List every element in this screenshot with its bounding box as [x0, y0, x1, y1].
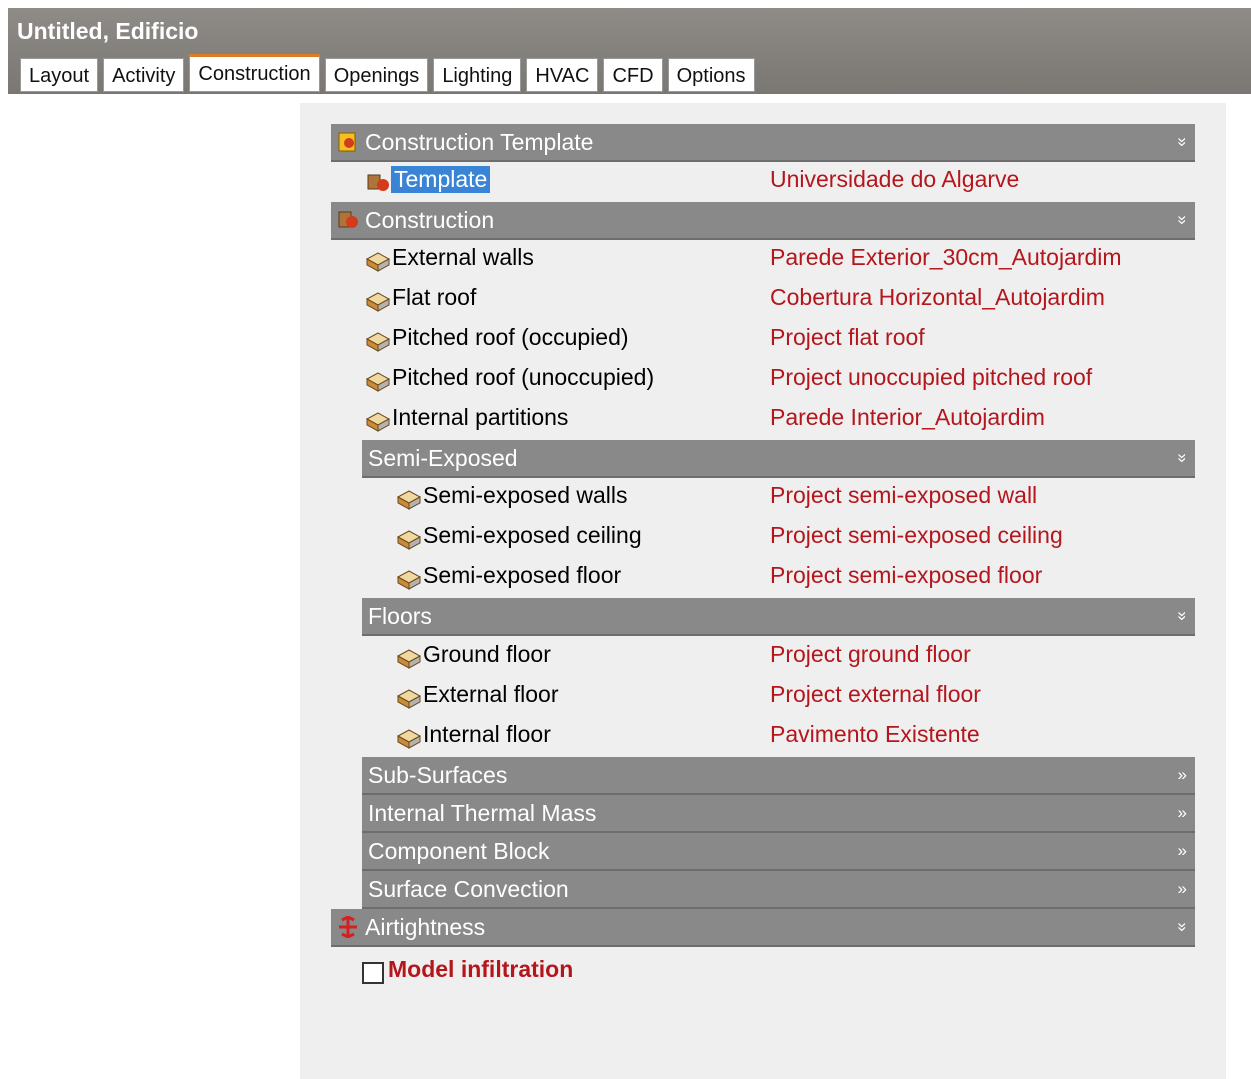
template-item-icon — [367, 174, 389, 191]
model-infiltration-checkbox[interactable] — [362, 962, 384, 984]
construction-cube-icon — [365, 372, 391, 392]
floor-item-external[interactable]: External floor Project external floor — [362, 677, 1195, 715]
construction-item-pitched-roof-occupied[interactable]: Pitched roof (occupied) Project flat roo… — [331, 320, 1195, 358]
chevron-down-icon[interactable]: » — [1164, 922, 1200, 931]
tab-openings[interactable]: Openings — [324, 58, 429, 92]
construction-cube-icon — [396, 570, 422, 590]
item-label: External walls — [392, 244, 534, 270]
section-title: Internal Thermal Mass — [368, 800, 597, 826]
construction-cube-icon — [396, 729, 422, 749]
construction-cube-icon — [396, 649, 422, 669]
item-label: Semi-exposed walls — [423, 482, 628, 508]
construction-cube-icon — [365, 412, 391, 432]
template-row[interactable]: Template Universidade do Algarve — [331, 162, 1195, 200]
section-sub-surfaces[interactable]: Sub-Surfaces » — [362, 757, 1195, 795]
template-value[interactable]: Universidade do Algarve — [770, 166, 1019, 193]
section-title: Construction Template — [365, 129, 594, 155]
item-label: Pitched roof (occupied) — [392, 324, 629, 350]
item-value[interactable]: Project ground floor — [770, 641, 971, 668]
construction-cube-icon — [396, 490, 422, 510]
section-title: Surface Convection — [368, 876, 569, 902]
chevron-down-icon[interactable]: » — [1164, 453, 1200, 462]
item-label: External floor — [423, 681, 559, 707]
semi-item-ceiling[interactable]: Semi-exposed ceiling Project semi-expose… — [362, 518, 1195, 556]
chevron-right-icon[interactable]: » — [1178, 833, 1187, 869]
tab-lighting[interactable]: Lighting — [433, 58, 522, 92]
item-value[interactable]: Project semi-exposed wall — [770, 482, 1037, 509]
section-title: Airtightness — [365, 914, 486, 940]
item-value[interactable]: Project flat roof — [770, 324, 925, 351]
title-bar: Untitled, Edificio Layout Activity Const… — [8, 8, 1251, 94]
item-label: Ground floor — [423, 641, 551, 667]
item-label: Semi-exposed floor — [423, 562, 622, 588]
construction-cube-icon — [396, 530, 422, 550]
item-label: Pitched roof (unoccupied) — [392, 364, 655, 390]
item-value[interactable]: Project semi-exposed ceiling — [770, 522, 1063, 549]
tab-cfd[interactable]: CFD — [603, 58, 663, 92]
item-value[interactable]: Pavimento Existente — [770, 721, 980, 748]
section-surface-convection[interactable]: Surface Convection » — [362, 871, 1195, 909]
construction-cube-icon — [365, 332, 391, 352]
item-value[interactable]: Project unoccupied pitched roof — [770, 364, 1092, 391]
item-value[interactable]: Project external floor — [770, 681, 981, 708]
section-title: Floors — [368, 603, 432, 629]
floor-item-internal[interactable]: Internal floor Pavimento Existente — [362, 717, 1195, 755]
section-airtightness[interactable]: Airtightness » — [331, 909, 1195, 947]
section-internal-thermal-mass[interactable]: Internal Thermal Mass » — [362, 795, 1195, 833]
section-component-block[interactable]: Component Block » — [362, 833, 1195, 871]
tab-construction[interactable]: Construction — [189, 54, 320, 92]
model-infiltration-label[interactable]: Model infiltration — [388, 956, 573, 983]
item-label: Semi-exposed ceiling — [423, 522, 642, 548]
item-label: Internal partitions — [392, 404, 569, 430]
tab-layout[interactable]: Layout — [20, 58, 99, 92]
construction-item-internal-partitions[interactable]: Internal partitions Parede Interior_Auto… — [331, 400, 1195, 438]
chevron-down-icon[interactable]: » — [1164, 611, 1200, 620]
tab-hvac[interactable]: HVAC — [526, 58, 599, 92]
chevron-down-icon[interactable]: » — [1164, 215, 1200, 224]
section-construction[interactable]: Construction » — [331, 202, 1195, 240]
template-label: Template — [391, 166, 491, 193]
construction-cube-icon — [396, 689, 422, 709]
semi-item-walls[interactable]: Semi-exposed walls Project semi-exposed … — [362, 478, 1195, 516]
construction-cube-icon — [365, 252, 391, 272]
construction-cube-icon — [365, 292, 391, 312]
window-title: Untitled, Edificio — [17, 18, 199, 44]
construction-item-external-walls[interactable]: External walls Parede Exterior_30cm_Auto… — [331, 240, 1195, 278]
item-value[interactable]: Cobertura Horizontal_Autojardim — [770, 284, 1105, 311]
chevron-right-icon[interactable]: » — [1178, 795, 1187, 831]
section-title: Sub-Surfaces — [368, 762, 508, 788]
chevron-right-icon[interactable]: » — [1178, 757, 1187, 793]
tab-activity[interactable]: Activity — [103, 58, 185, 92]
tab-bar: Layout Activity Construction Openings Li… — [20, 54, 760, 94]
construction-item-pitched-roof-unoccupied[interactable]: Pitched roof (unoccupied) Project unoccu… — [331, 360, 1195, 398]
section-floors[interactable]: Floors » — [362, 598, 1195, 636]
chevron-down-icon[interactable]: » — [1164, 137, 1200, 146]
chevron-right-icon[interactable]: » — [1178, 871, 1187, 907]
item-label: Internal floor — [423, 721, 551, 747]
construction-icon — [338, 211, 358, 228]
item-value[interactable]: Parede Exterior_30cm_Autojardim — [770, 244, 1122, 271]
template-icon — [338, 132, 356, 152]
floor-item-ground[interactable]: Ground floor Project ground floor — [362, 637, 1195, 675]
section-title: Component Block — [368, 838, 550, 864]
section-semi-exposed[interactable]: Semi-Exposed » — [362, 440, 1195, 478]
airtightness-icon — [339, 916, 357, 938]
section-title: Construction — [365, 207, 495, 233]
section-construction-template[interactable]: Construction Template » — [331, 124, 1195, 162]
item-label: Flat roof — [392, 284, 477, 310]
tab-options[interactable]: Options — [667, 58, 755, 92]
section-title: Semi-Exposed — [368, 445, 518, 471]
semi-item-floor[interactable]: Semi-exposed floor Project semi-exposed … — [362, 558, 1195, 596]
item-value[interactable]: Parede Interior_Autojardim — [770, 404, 1045, 431]
item-value[interactable]: Project semi-exposed floor — [770, 562, 1042, 589]
construction-item-flat-roof[interactable]: Flat roof Cobertura Horizontal_Autojardi… — [331, 280, 1195, 318]
